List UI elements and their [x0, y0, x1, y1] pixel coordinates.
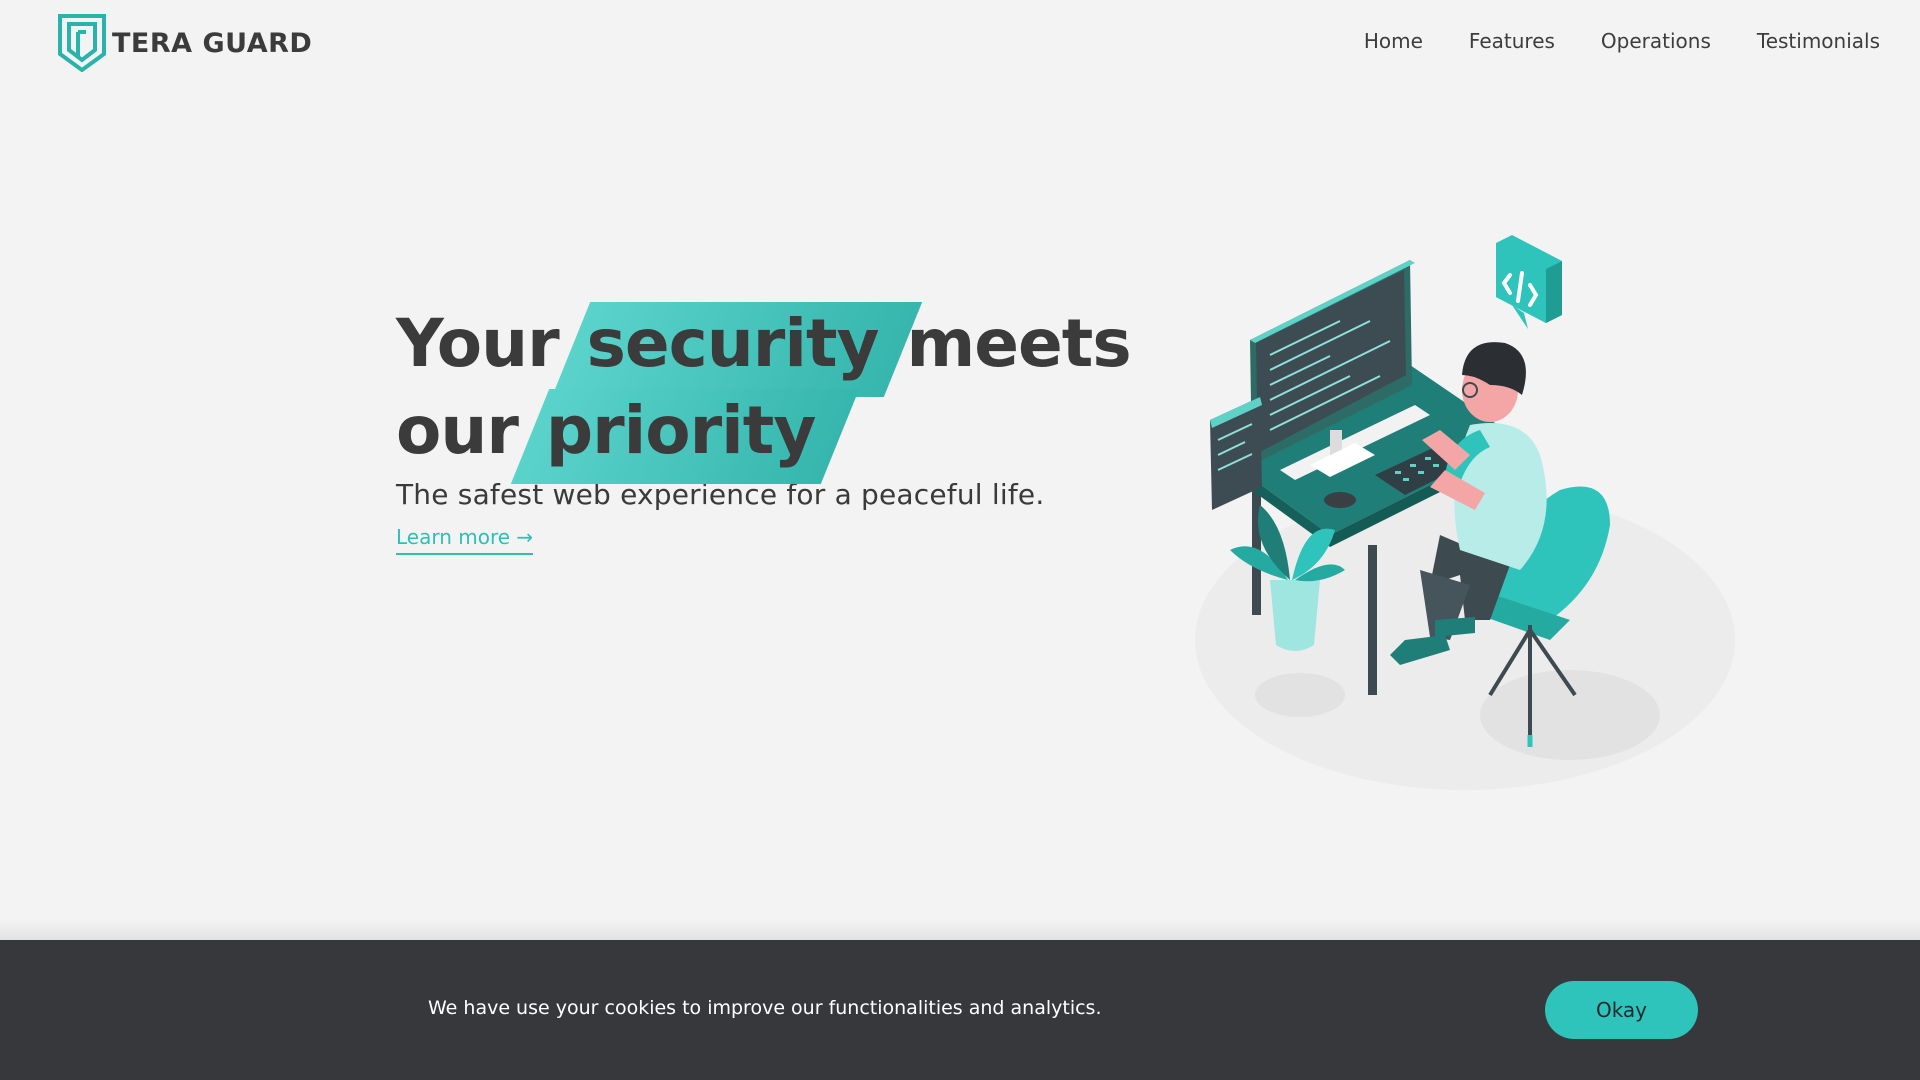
headline-word-meets: meets	[906, 305, 1132, 382]
cookie-consent-bar: We have use your cookies to improve our …	[0, 940, 1920, 1080]
headline-highlight-priority: priority	[540, 387, 822, 474]
cookie-okay-button[interactable]: Okay	[1545, 981, 1698, 1039]
brand-name: TERA GUARD	[112, 27, 313, 59]
headline-highlight-security: security	[581, 300, 885, 387]
headline-line-2: our priority	[396, 387, 1176, 474]
developer-at-desk-illustration	[1190, 225, 1750, 805]
top-navigation: TERA GUARD Home Features Operations Test…	[0, 0, 1920, 88]
headline-word-your: Your	[396, 305, 560, 382]
nav-link-features[interactable]: Features	[1469, 29, 1555, 53]
nav-link-operations[interactable]: Operations	[1601, 29, 1711, 53]
code-icon	[1496, 235, 1562, 329]
nav-links: Home Features Operations Testimonials	[1364, 29, 1880, 53]
brand-logo[interactable]: TERA GUARD	[58, 14, 312, 72]
learn-more-link[interactable]: Learn more →	[396, 525, 534, 555]
cookie-bar-shadow	[0, 920, 1920, 940]
headline-line-1: Your security meets	[396, 300, 1176, 387]
hero-headline: Your security meets our priority	[396, 300, 1176, 474]
headline-word-our: our	[396, 392, 519, 469]
cookie-message: We have use your cookies to improve our …	[428, 997, 1102, 1019]
shield-logo-icon	[58, 14, 106, 72]
nav-link-home[interactable]: Home	[1364, 29, 1423, 53]
hero-section: Your security meets our priority The saf…	[396, 300, 1176, 555]
nav-link-testimonials[interactable]: Testimonials	[1757, 29, 1880, 53]
